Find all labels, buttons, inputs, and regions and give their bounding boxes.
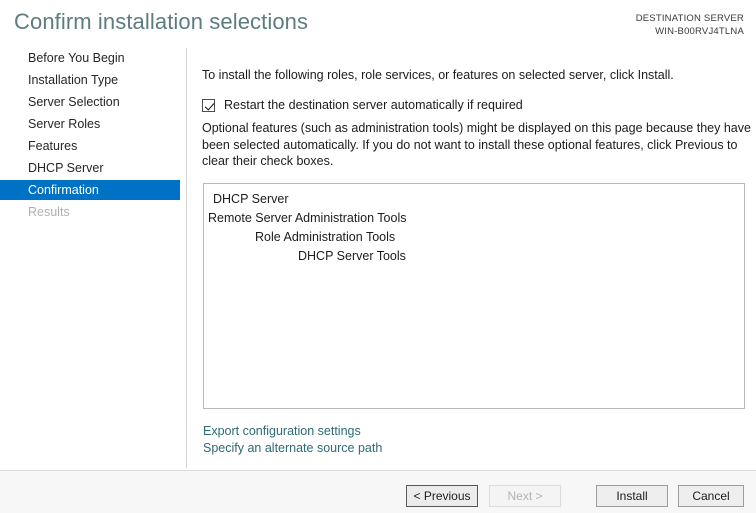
specify-alternate-source-path-link[interactable]: Specify an alternate source path xyxy=(203,440,382,457)
sidebar-item-confirmation[interactable]: Confirmation xyxy=(0,180,180,200)
previous-button[interactable]: < Previous xyxy=(406,485,478,507)
sidebar-item-server-selection[interactable]: Server Selection xyxy=(0,92,186,112)
list-item[interactable]: DHCP Server xyxy=(204,190,744,209)
page-title: Confirm installation selections xyxy=(14,9,309,34)
cancel-button[interactable]: Cancel xyxy=(678,485,744,507)
selected-features-listbox[interactable]: DHCP Server Remote Server Administration… xyxy=(203,183,745,409)
restart-server-checkbox[interactable] xyxy=(202,98,215,112)
wizard-header: Confirm installation selections DESTINAT… xyxy=(0,0,756,48)
wizard-sidebar: Before You Begin Installation Type Serve… xyxy=(0,48,186,470)
install-button[interactable]: Install xyxy=(596,485,668,507)
intro-text: To install the following roles, role ser… xyxy=(202,68,674,82)
restart-server-checkbox-row[interactable]: Restart the destination server automatic… xyxy=(202,96,523,114)
destination-server-label: DESTINATION SERVER xyxy=(635,13,744,24)
sidebar-item-before-you-begin[interactable]: Before You Begin xyxy=(0,48,186,68)
wizard-content: To install the following roles, role ser… xyxy=(187,48,756,470)
list-item[interactable]: Remote Server Administration Tools xyxy=(204,209,744,228)
next-button: Next > xyxy=(489,485,561,507)
sidebar-item-features[interactable]: Features xyxy=(0,136,186,156)
destination-server-block: DESTINATION SERVER WIN-B00RVJ4TLNA xyxy=(636,12,744,38)
sidebar-item-server-roles[interactable]: Server Roles xyxy=(0,114,186,134)
sidebar-item-installation-type[interactable]: Installation Type xyxy=(0,70,186,90)
list-item[interactable]: DHCP Server Tools xyxy=(204,247,744,266)
sidebar-item-dhcp-server[interactable]: DHCP Server xyxy=(0,158,186,178)
destination-server-name: WIN-B00RVJ4TLNA xyxy=(655,26,744,37)
optional-features-note: Optional features (such as administratio… xyxy=(202,121,751,168)
wizard-links: Export configuration settings Specify an… xyxy=(203,423,382,457)
export-configuration-settings-link[interactable]: Export configuration settings xyxy=(203,423,382,440)
restart-server-checkbox-label: Restart the destination server automatic… xyxy=(224,98,523,112)
sidebar-item-results: Results xyxy=(28,205,70,219)
wizard-footer: < Previous Next > Install Cancel xyxy=(0,471,756,513)
selected-features-list: DHCP Server Remote Server Administration… xyxy=(204,184,744,266)
list-item[interactable]: Role Administration Tools xyxy=(204,228,744,247)
